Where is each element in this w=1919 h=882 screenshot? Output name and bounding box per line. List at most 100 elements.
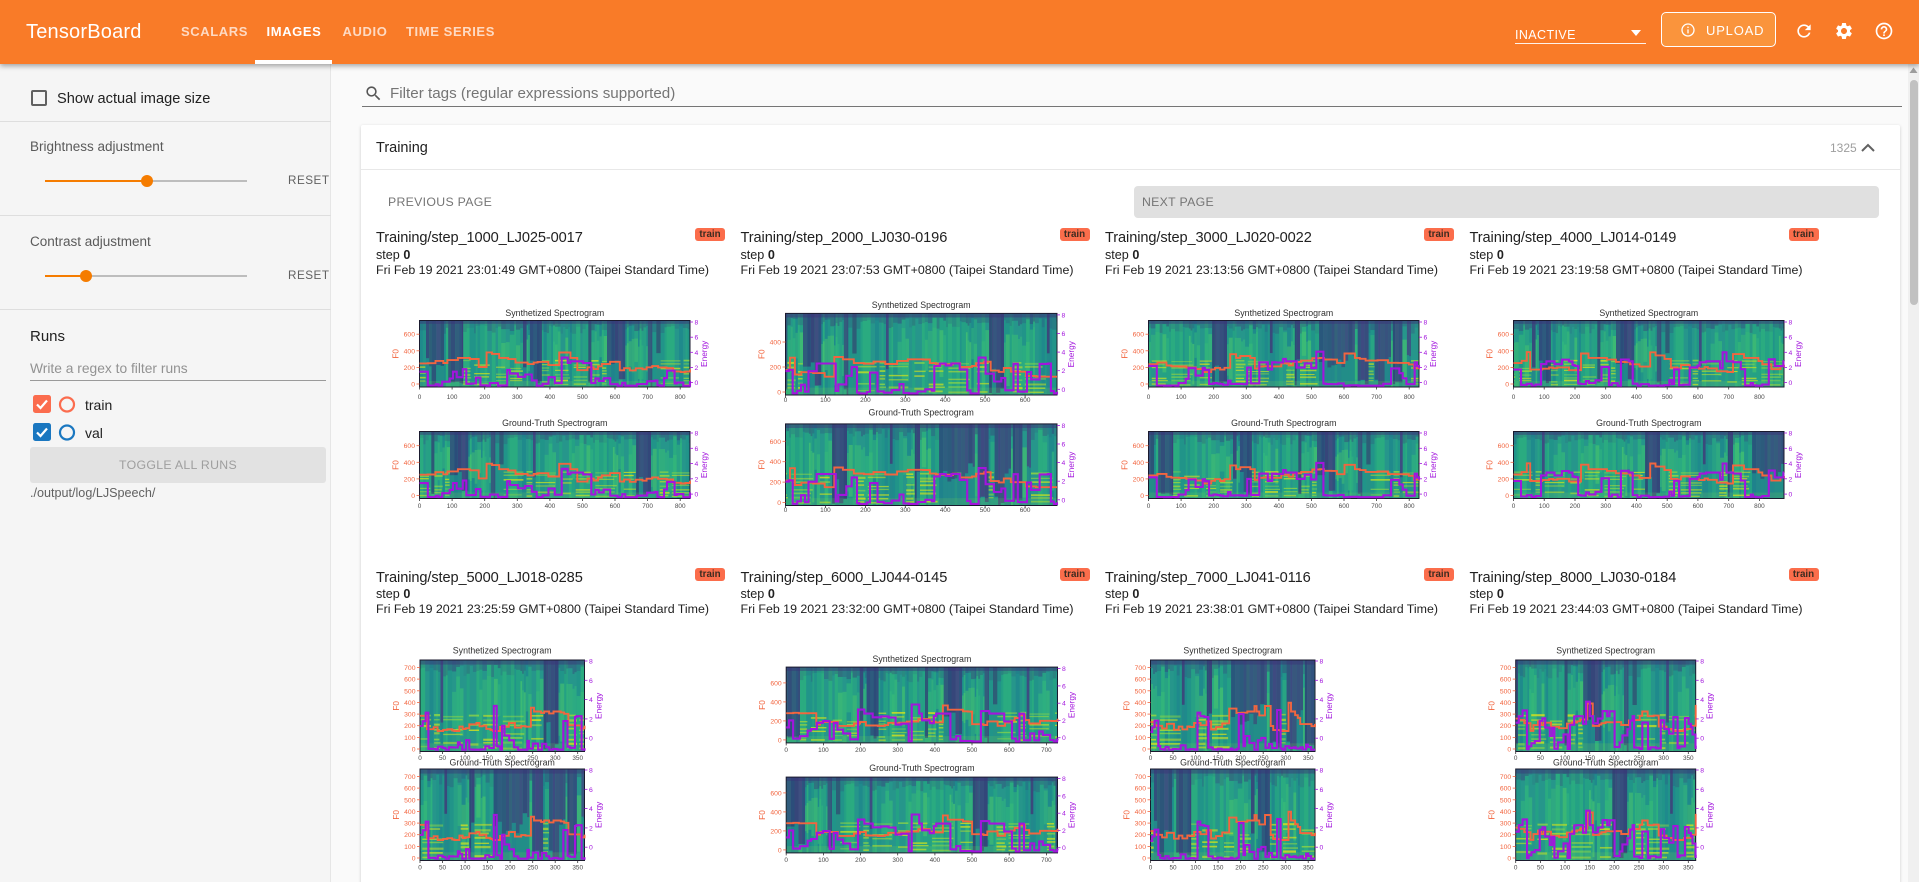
svg-text:0: 0 <box>418 755 422 762</box>
svg-text:150: 150 <box>482 865 493 872</box>
svg-text:600: 600 <box>1135 786 1147 793</box>
svg-text:Synthetized Spectrogram: Synthetized Spectrogram <box>1599 308 1698 318</box>
svg-text:0: 0 <box>412 747 416 754</box>
svg-text:Energy: Energy <box>1704 692 1714 719</box>
svg-text:200: 200 <box>404 723 416 730</box>
svg-text:300: 300 <box>1499 821 1511 828</box>
svg-text:0: 0 <box>1511 394 1515 401</box>
svg-text:F0: F0 <box>1120 460 1130 470</box>
svg-text:0: 0 <box>1511 503 1515 510</box>
svg-text:100: 100 <box>1499 735 1511 742</box>
svg-text:600: 600 <box>770 680 782 687</box>
svg-text:600: 600 <box>1003 747 1014 754</box>
svg-text:8: 8 <box>1700 768 1704 775</box>
svg-text:F0: F0 <box>1122 810 1132 820</box>
svg-text:Energy: Energy <box>1428 451 1438 478</box>
svg-text:100: 100 <box>1190 865 1201 872</box>
svg-text:8: 8 <box>695 431 699 438</box>
svg-text:200: 200 <box>860 507 871 514</box>
svg-text:200: 200 <box>1208 394 1219 401</box>
svg-text:350: 350 <box>1303 865 1314 872</box>
svg-text:6: 6 <box>1788 446 1792 453</box>
svg-text:8: 8 <box>1062 776 1066 783</box>
svg-text:4: 4 <box>1320 697 1324 704</box>
svg-text:200: 200 <box>1133 365 1145 372</box>
svg-text:200: 200 <box>479 503 490 510</box>
svg-text:300: 300 <box>1135 821 1147 828</box>
svg-text:700: 700 <box>1499 665 1511 672</box>
svg-text:0: 0 <box>784 857 788 864</box>
svg-text:F0: F0 <box>1484 349 1494 359</box>
svg-text:2: 2 <box>1424 365 1428 372</box>
svg-text:8: 8 <box>695 320 699 327</box>
svg-text:4: 4 <box>1320 806 1324 813</box>
svg-text:6: 6 <box>1700 678 1704 685</box>
svg-text:100: 100 <box>818 747 829 754</box>
svg-text:4: 4 <box>589 806 593 813</box>
svg-text:300: 300 <box>1658 865 1669 872</box>
svg-text:0: 0 <box>418 865 422 872</box>
svg-text:400: 400 <box>404 460 416 467</box>
svg-text:200: 200 <box>855 747 866 754</box>
svg-text:0: 0 <box>783 397 787 404</box>
svg-text:400: 400 <box>1499 700 1511 707</box>
svg-text:0: 0 <box>1062 845 1066 852</box>
svg-text:200: 200 <box>1235 865 1246 872</box>
svg-text:600: 600 <box>1019 397 1030 404</box>
svg-text:600: 600 <box>1133 332 1145 339</box>
svg-text:0: 0 <box>1513 755 1517 762</box>
svg-text:F0: F0 <box>757 700 767 710</box>
svg-text:Ground-Truth Spectrogram: Ground-Truth Spectrogram <box>869 763 974 773</box>
svg-text:4: 4 <box>695 350 699 357</box>
svg-text:300: 300 <box>1600 394 1611 401</box>
svg-text:0: 0 <box>1788 380 1792 387</box>
svg-text:600: 600 <box>1499 786 1511 793</box>
svg-text:600: 600 <box>404 677 416 684</box>
svg-text:2: 2 <box>1320 716 1324 723</box>
svg-text:300: 300 <box>1658 755 1669 762</box>
svg-text:F0: F0 <box>391 810 401 820</box>
svg-text:0: 0 <box>1320 845 1324 852</box>
svg-text:600: 600 <box>404 332 416 339</box>
svg-text:8: 8 <box>1062 666 1066 673</box>
svg-text:8: 8 <box>1424 431 1428 438</box>
svg-text:2: 2 <box>589 825 593 832</box>
svg-text:150: 150 <box>1584 865 1595 872</box>
svg-text:600: 600 <box>1133 443 1145 450</box>
svg-text:F0: F0 <box>391 701 401 711</box>
svg-text:50: 50 <box>439 865 447 872</box>
svg-text:100: 100 <box>1538 394 1549 401</box>
svg-text:8: 8 <box>1700 659 1704 666</box>
svg-text:0: 0 <box>1140 493 1144 500</box>
svg-text:2: 2 <box>1700 825 1704 832</box>
svg-text:300: 300 <box>899 507 910 514</box>
svg-text:200: 200 <box>860 397 871 404</box>
svg-text:600: 600 <box>1499 677 1511 684</box>
svg-text:0: 0 <box>589 845 593 852</box>
svg-text:500: 500 <box>577 503 588 510</box>
svg-text:8: 8 <box>1061 312 1065 319</box>
svg-text:0: 0 <box>412 856 416 863</box>
svg-text:800: 800 <box>1754 503 1765 510</box>
svg-text:2: 2 <box>1062 828 1066 835</box>
svg-text:200: 200 <box>769 480 781 487</box>
svg-text:500: 500 <box>1499 797 1511 804</box>
svg-text:200: 200 <box>1208 503 1219 510</box>
svg-text:100: 100 <box>1176 503 1187 510</box>
svg-text:300: 300 <box>512 503 523 510</box>
svg-text:800: 800 <box>1404 503 1415 510</box>
svg-text:200: 200 <box>1499 723 1511 730</box>
svg-text:0: 0 <box>1140 382 1144 389</box>
svg-text:Ground-Truth Spectrogram: Ground-Truth Spectrogram <box>450 758 555 768</box>
svg-text:300: 300 <box>404 821 416 828</box>
svg-text:F0: F0 <box>1486 701 1496 711</box>
svg-text:200: 200 <box>479 394 490 401</box>
svg-text:300: 300 <box>1280 865 1291 872</box>
svg-text:0: 0 <box>695 380 699 387</box>
svg-text:Ground-Truth Spectrogram: Ground-Truth Spectrogram <box>502 418 607 428</box>
svg-text:200: 200 <box>1569 503 1580 510</box>
svg-text:400: 400 <box>545 394 556 401</box>
svg-text:400: 400 <box>769 340 781 347</box>
svg-text:400: 400 <box>1274 394 1285 401</box>
svg-text:200: 200 <box>1497 476 1509 483</box>
